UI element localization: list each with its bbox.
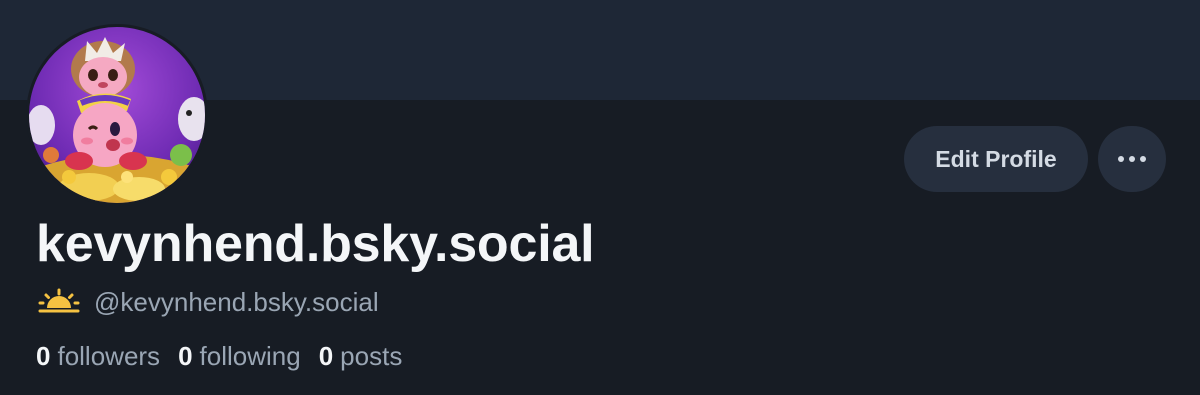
profile-stats: 0 followers 0 following 0 posts (36, 338, 402, 374)
display-name: kevynhend.bsky.social (36, 215, 595, 273)
more-options-button[interactable] (1098, 126, 1166, 192)
following-stat[interactable]: 0 following (178, 338, 301, 374)
posts-stat: 0 posts (319, 338, 403, 374)
handle-row: @kevynhend.bsky.social (38, 284, 379, 320)
avatar[interactable] (26, 24, 208, 206)
followers-count: 0 (36, 341, 51, 371)
profile-actions: Edit Profile (904, 126, 1166, 192)
handle: @kevynhend.bsky.social (94, 287, 379, 317)
ellipsis-icon (1118, 156, 1146, 162)
followers-stat[interactable]: 0 followers (36, 338, 160, 374)
posts-count: 0 (318, 341, 334, 371)
avatar-image (29, 27, 205, 203)
following-count: 0 (178, 341, 193, 371)
sunrise-icon (38, 288, 80, 316)
following-label: following (199, 341, 301, 371)
posts-label: posts (340, 341, 403, 371)
followers-label: followers (57, 341, 161, 371)
edit-profile-button[interactable]: Edit Profile (904, 126, 1088, 192)
